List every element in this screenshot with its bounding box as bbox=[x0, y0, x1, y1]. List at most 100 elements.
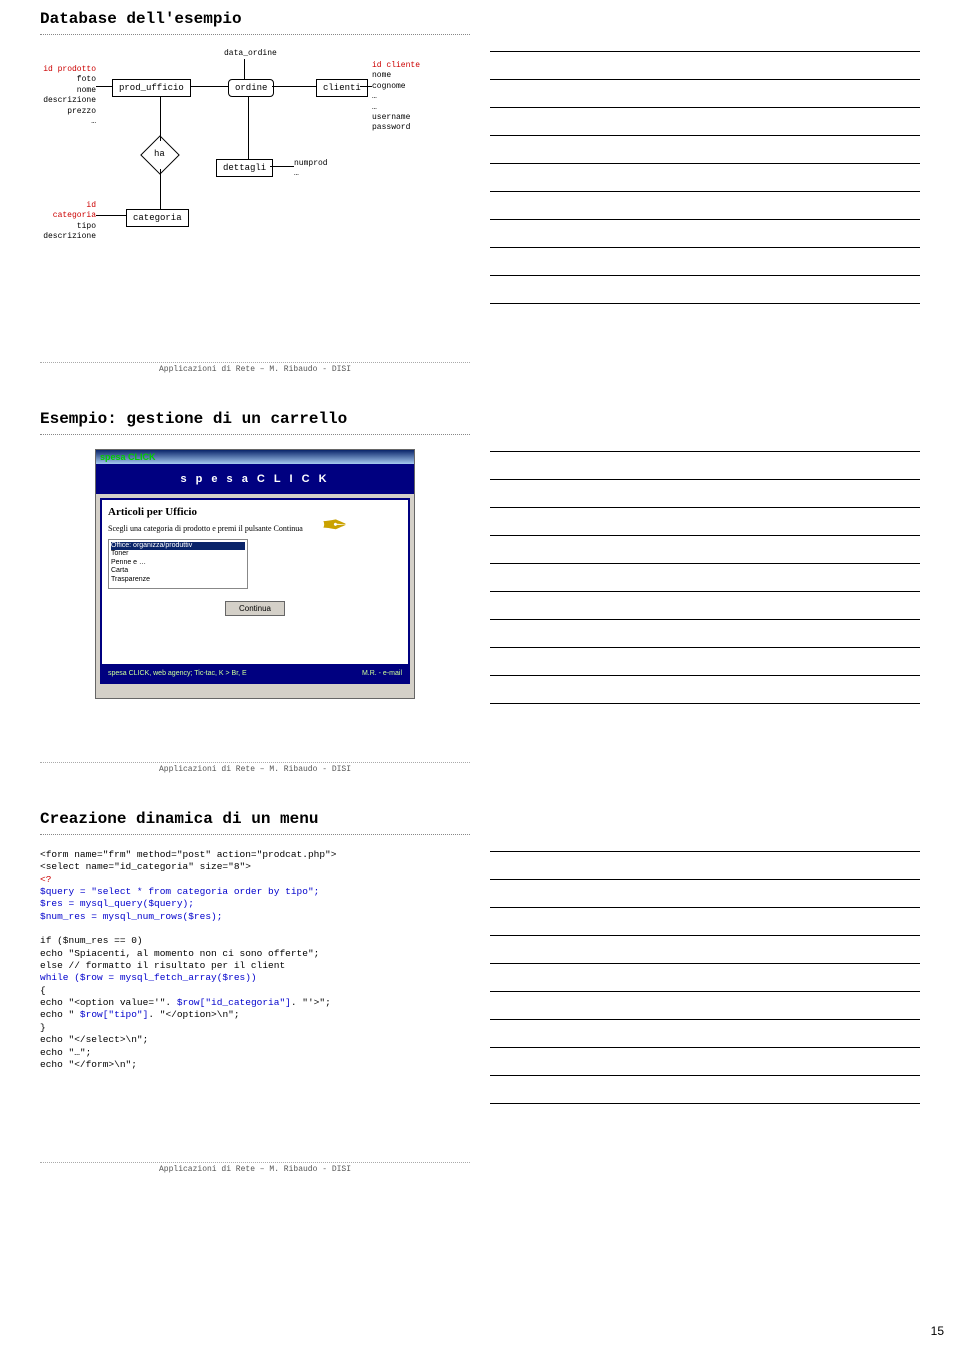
attr: id prodotto bbox=[40, 65, 96, 75]
line bbox=[248, 97, 249, 159]
category-select[interactable]: Office: organizza/produttiv Toner Penne … bbox=[108, 539, 248, 589]
code-line: echo "</select>\n"; bbox=[40, 1034, 470, 1046]
attr: … bbox=[40, 117, 96, 127]
code-line: <form name="frm" method="post" action="p… bbox=[40, 849, 470, 861]
notes-line bbox=[490, 164, 920, 192]
code-line: <select name="id_categoria" size="8"> bbox=[40, 861, 470, 873]
attrs-dettagli: numprod … bbox=[294, 159, 328, 180]
footer-left: spesa CLICK, web agency; Tic-tac, K > Br… bbox=[108, 670, 247, 677]
content-heading: Articoli per Ufficio bbox=[108, 506, 402, 518]
option[interactable]: Toner bbox=[111, 550, 245, 558]
notes-line bbox=[490, 452, 920, 480]
attr: numprod bbox=[294, 159, 328, 169]
attr: … bbox=[294, 169, 328, 179]
notes-line bbox=[490, 480, 920, 508]
notes-line bbox=[490, 824, 920, 852]
notes-line bbox=[490, 276, 920, 304]
option[interactable]: Penne e … bbox=[111, 559, 245, 567]
attr-data-ordine: data_ordine bbox=[224, 49, 277, 59]
line bbox=[360, 86, 372, 87]
option[interactable]: Carta bbox=[111, 567, 245, 575]
line bbox=[96, 86, 112, 87]
code-block: <form name="frm" method="post" action="p… bbox=[40, 849, 470, 1071]
line bbox=[190, 86, 228, 87]
option[interactable]: Office: organizza/produttiv bbox=[111, 542, 245, 550]
line bbox=[270, 166, 294, 167]
notes-line bbox=[490, 220, 920, 248]
notes-line bbox=[490, 964, 920, 992]
attrs-prodotto: id prodotto foto nome descrizione prezzo… bbox=[40, 65, 96, 127]
attr: foto bbox=[40, 75, 96, 85]
code-line: echo " $row["tipo"]. "</option>\n"; bbox=[40, 1009, 470, 1021]
line bbox=[160, 169, 161, 209]
slide-1: Database dell'esempio id prodotto foto n… bbox=[40, 10, 470, 380]
notes-2 bbox=[490, 410, 920, 780]
code-line: echo "</form>\n"; bbox=[40, 1059, 470, 1071]
entity-ordine: ordine bbox=[228, 79, 274, 97]
attr: prezzo bbox=[40, 107, 96, 117]
attr: password bbox=[372, 123, 420, 133]
app-content: ✒ Articoli per Ufficio Scegli una catego… bbox=[100, 498, 410, 684]
code-line: $query = "select * from categoria order … bbox=[40, 886, 470, 898]
attr: descrizione bbox=[40, 96, 96, 106]
slide-2-title: Esempio: gestione di un carrello bbox=[40, 410, 470, 435]
notes-line bbox=[490, 136, 920, 164]
footer-right: M.R. - e-mail bbox=[362, 670, 402, 677]
attr: id categoria bbox=[40, 201, 96, 222]
code-line: $res = mysql_query($query); bbox=[40, 898, 470, 910]
notes-line bbox=[490, 992, 920, 1020]
option[interactable]: Trasparenze bbox=[111, 576, 245, 584]
notes-line bbox=[490, 676, 920, 704]
rel-ha-label: ha bbox=[154, 149, 165, 159]
attr: nome bbox=[40, 86, 96, 96]
slide-3: Creazione dinamica di un menu <form name… bbox=[40, 810, 470, 1180]
code-line: if ($num_res == 0) bbox=[40, 935, 470, 947]
code-line bbox=[40, 923, 470, 935]
notes-line bbox=[490, 80, 920, 108]
notes-line bbox=[490, 1048, 920, 1076]
slide-2: Esempio: gestione di un carrello spesa C… bbox=[40, 410, 470, 780]
notes-line bbox=[490, 564, 920, 592]
notes-line bbox=[490, 908, 920, 936]
app-logo: spesa CLICK bbox=[100, 452, 156, 462]
app-titlebar: spesa CLICK bbox=[96, 450, 414, 464]
code-line: <? bbox=[40, 874, 470, 886]
notes-line bbox=[490, 852, 920, 880]
entity-prod-ufficio: prod_ufficio bbox=[112, 79, 191, 97]
code-line: else // formatto il risultato per il cli… bbox=[40, 960, 470, 972]
continue-button[interactable]: Continua bbox=[225, 601, 285, 616]
app-footer: spesa CLICK, web agency; Tic-tac, K > Br… bbox=[102, 664, 408, 682]
code-line: } bbox=[40, 1022, 470, 1034]
code-line: $num_res = mysql_num_rows($res); bbox=[40, 911, 470, 923]
page-number: 15 bbox=[931, 1324, 944, 1338]
notes-line bbox=[490, 880, 920, 908]
notes-line bbox=[490, 192, 920, 220]
app-banner: s p e s a C L I C K bbox=[96, 464, 414, 494]
quill-icon: ✒ bbox=[321, 506, 348, 544]
attrs-cliente: id cliente nome cognome … … username pas… bbox=[372, 61, 420, 134]
attr: nome bbox=[372, 71, 420, 81]
notes-line bbox=[490, 936, 920, 964]
er-diagram: id prodotto foto nome descrizione prezzo… bbox=[40, 49, 470, 309]
attr: tipo bbox=[40, 222, 96, 232]
entity-categoria: categoria bbox=[126, 209, 189, 227]
notes-line bbox=[490, 52, 920, 80]
code-line: echo "<option value='". $row["id_categor… bbox=[40, 997, 470, 1009]
notes-line bbox=[490, 424, 920, 452]
app-window: spesa CLICK s p e s a C L I C K ✒ Artico… bbox=[95, 449, 415, 699]
attr: … bbox=[372, 103, 420, 113]
notes-line bbox=[490, 508, 920, 536]
line bbox=[244, 59, 245, 79]
slide-footer: Applicazioni di Rete – M. Ribaudo - DISI bbox=[40, 362, 470, 374]
content-prompt: Scegli una categoria di prodotto e premi… bbox=[108, 524, 402, 533]
notes-line bbox=[490, 620, 920, 648]
attr: id cliente bbox=[372, 61, 420, 71]
slide-1-title: Database dell'esempio bbox=[40, 10, 470, 35]
line bbox=[160, 97, 161, 141]
attr: … bbox=[372, 92, 420, 102]
attrs-categoria: id categoria tipo descrizione bbox=[40, 201, 96, 243]
notes-line bbox=[490, 108, 920, 136]
attr: descrizione bbox=[40, 232, 96, 242]
notes-line bbox=[490, 24, 920, 52]
slide-footer: Applicazioni di Rete – M. Ribaudo - DISI bbox=[40, 1162, 470, 1174]
